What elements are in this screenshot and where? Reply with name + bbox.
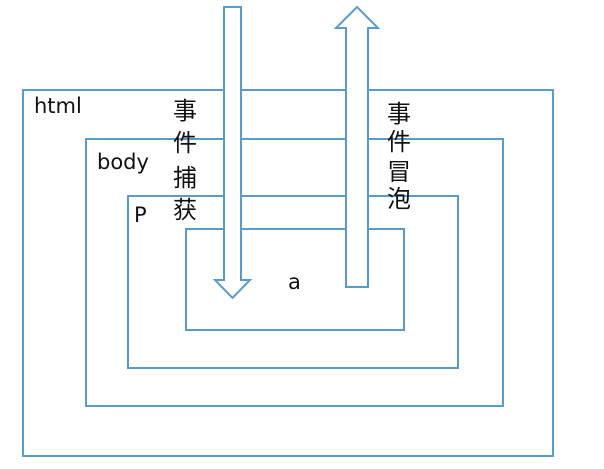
bubble-label: 事 件 冒 泡 xyxy=(387,100,411,213)
a-label: a xyxy=(288,270,301,294)
bubble-arrow-up-icon xyxy=(333,5,381,288)
capture-label: 事 件 捕 获 xyxy=(173,97,197,224)
capture-label-char: 事 xyxy=(173,97,197,125)
event-propagation-diagram: html body P a 事 件 捕 获 事 件 冒 泡 xyxy=(22,5,554,457)
bubble-label-char: 冒 xyxy=(387,158,411,186)
capture-label-char: 捕 xyxy=(173,164,197,192)
capture-label-char: 件 xyxy=(173,129,197,157)
capture-arrow-down-icon xyxy=(212,6,253,300)
html-label: html xyxy=(34,94,82,118)
bubble-label-char: 件 xyxy=(387,128,411,156)
capture-label-char: 获 xyxy=(173,196,197,224)
bubble-label-char: 事 xyxy=(387,100,411,128)
body-label: body xyxy=(97,150,149,174)
p-label: P xyxy=(134,203,147,227)
bubble-label-char: 泡 xyxy=(387,185,411,213)
